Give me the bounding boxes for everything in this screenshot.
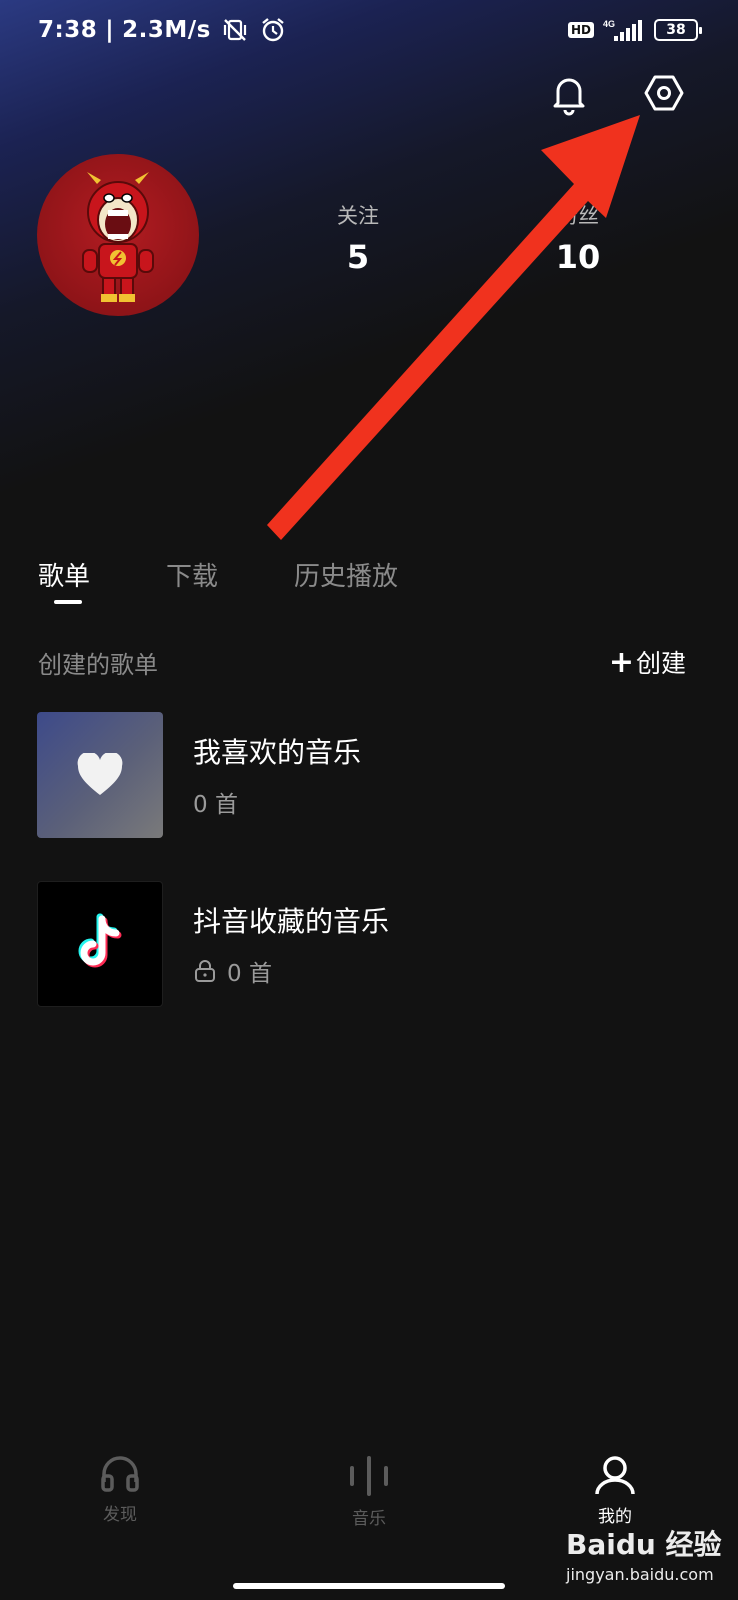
nav-label: 发现 bbox=[103, 1505, 137, 1525]
tiktok-icon bbox=[78, 913, 122, 968]
playlist-item-liked[interactable]: 我喜欢的音乐 0 首 bbox=[37, 712, 697, 838]
status-right: HD 4G 38 bbox=[567, 18, 702, 42]
section-title: 创建的歌单 bbox=[38, 650, 158, 679]
notifications-button[interactable] bbox=[545, 70, 593, 118]
playlist-count: 0 首 bbox=[193, 954, 389, 988]
following-count: 5 bbox=[346, 238, 370, 276]
status-network-speed: 2.3M/s bbox=[122, 17, 211, 43]
create-label: 创建 bbox=[635, 649, 686, 678]
playlist-info: 我喜欢的音乐 0 首 bbox=[193, 731, 361, 819]
alarm-icon bbox=[262, 18, 284, 42]
library-tabs: 歌单 下载 历史播放 bbox=[38, 556, 474, 604]
status-time: 7:38 bbox=[38, 17, 98, 43]
playlist-title: 我喜欢的音乐 bbox=[193, 736, 362, 769]
hd-badge: HD bbox=[567, 22, 594, 38]
battery-indicator: 38 bbox=[654, 19, 702, 41]
waveform-icon bbox=[350, 1456, 388, 1496]
create-playlist-button[interactable]: + 创建 bbox=[609, 644, 686, 680]
avatar[interactable] bbox=[37, 154, 199, 316]
signal-icon: 4G bbox=[603, 19, 642, 41]
nav-label: 音乐 bbox=[352, 1509, 386, 1529]
flash-cartoon-avatar-image bbox=[82, 172, 154, 302]
followers-label: 粉丝 bbox=[557, 204, 599, 228]
playlist-item-douyin[interactable]: 抖音收藏的音乐 0 首 bbox=[37, 881, 697, 1007]
playlist-count: 0 首 bbox=[193, 785, 361, 819]
playlist-info: 抖音收藏的音乐 0 首 bbox=[193, 900, 389, 988]
status-left: 7:38 | 2.3M/s bbox=[38, 16, 287, 44]
lock-icon bbox=[195, 960, 215, 982]
watermark-url: jingyan.baidu.com bbox=[566, 1565, 714, 1584]
playlist-cover bbox=[37, 881, 163, 1007]
playlist-cover bbox=[37, 712, 163, 838]
nav-discover[interactable]: 发现 bbox=[70, 1454, 170, 1525]
created-playlists-header: 创建的歌单 + 创建 bbox=[38, 644, 686, 680]
tab-downloads[interactable]: 下载 bbox=[166, 556, 218, 593]
settings-icon bbox=[644, 75, 684, 111]
followers-count: 10 bbox=[555, 238, 601, 276]
followers-stat[interactable]: 粉丝 10 bbox=[518, 200, 638, 276]
plus-icon: + bbox=[608, 644, 634, 680]
nav-me[interactable]: 我的 bbox=[565, 1454, 665, 1527]
headphones-icon bbox=[101, 1456, 139, 1492]
settings-button[interactable] bbox=[640, 70, 688, 118]
nav-music[interactable]: 音乐 bbox=[319, 1454, 419, 1529]
person-icon bbox=[595, 1456, 635, 1495]
network-type-label: 4G bbox=[603, 19, 615, 29]
following-label: 关注 bbox=[337, 204, 379, 228]
tab-history[interactable]: 历史播放 bbox=[294, 556, 398, 593]
watermark-brand: Baidu 经验 bbox=[566, 1528, 722, 1561]
vibrate-off-icon bbox=[223, 19, 246, 41]
playlist-count-text: 0 首 bbox=[193, 792, 238, 818]
status-bar: 7:38 | 2.3M/s HD 4G 38 bbox=[0, 0, 738, 64]
heart-icon bbox=[77, 753, 123, 795]
bell-icon bbox=[553, 78, 585, 116]
playlist-count-text: 0 首 bbox=[227, 961, 272, 987]
baidu-jingyan-watermark: Baidu 经验 jingyan.baidu.com bbox=[566, 1523, 722, 1584]
playlist-title: 抖音收藏的音乐 bbox=[193, 905, 390, 938]
following-stat[interactable]: 关注 5 bbox=[298, 200, 418, 276]
tab-playlists[interactable]: 歌单 bbox=[38, 556, 90, 604]
home-indicator[interactable] bbox=[233, 1583, 505, 1589]
status-separator: | bbox=[105, 17, 115, 43]
